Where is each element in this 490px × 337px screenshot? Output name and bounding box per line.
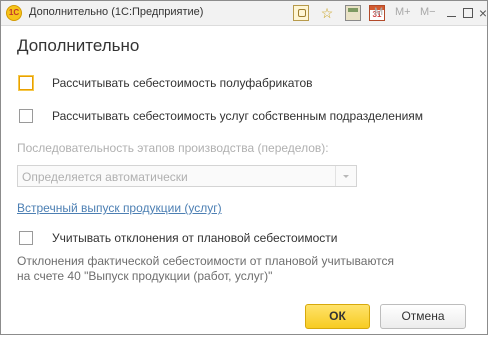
page-title: Дополнительно	[17, 36, 140, 55]
dialog-window: 1С Дополнительно (1С:Предприятие) ☆ 31 M…	[0, 0, 488, 335]
own-services-label[interactable]: Рассчитывать себестоимость услуг собстве…	[52, 109, 423, 123]
stages-select: Определяется автоматически	[17, 165, 357, 187]
semi-finished-label[interactable]: Рассчитывать себестоимость полуфабрикато…	[52, 76, 313, 90]
stages-select-value: Определяется автоматически	[22, 170, 188, 184]
stages-dropdown-button	[335, 166, 356, 186]
title-bar: 1С Дополнительно (1С:Предприятие) ☆ 31 M…	[1, 1, 487, 26]
window-title: Дополнительно (1С:Предприятие)	[29, 6, 204, 18]
memory-m-button[interactable]: M	[374, 6, 383, 18]
semi-finished-checkbox[interactable]	[19, 76, 33, 90]
plan-deviations-label[interactable]: Учитывать отклонения от плановой себесто…	[52, 231, 337, 245]
info-note: Отклонения фактической себестоимости от …	[17, 254, 395, 283]
chevron-down-icon	[343, 175, 349, 178]
counter-release-link[interactable]: Встречный выпуск продукции (услуг)	[17, 201, 222, 215]
close-icon[interactable]: ×	[474, 4, 490, 22]
own-services-checkbox[interactable]	[19, 109, 33, 123]
cancel-button[interactable]: Отмена	[380, 304, 466, 329]
plan-deviations-checkbox[interactable]	[19, 231, 33, 245]
ok-button[interactable]: ОК	[305, 304, 370, 329]
calculator-icon[interactable]	[345, 5, 361, 21]
link-icon[interactable]	[293, 5, 309, 21]
favorite-star-icon[interactable]: ☆	[319, 5, 335, 21]
memory-minus-button[interactable]: M−	[420, 6, 436, 18]
stages-label: Последовательность этапов производства (…	[17, 141, 329, 155]
memory-plus-button[interactable]: M+	[395, 6, 411, 18]
1c-logo-icon: 1С	[6, 5, 22, 21]
